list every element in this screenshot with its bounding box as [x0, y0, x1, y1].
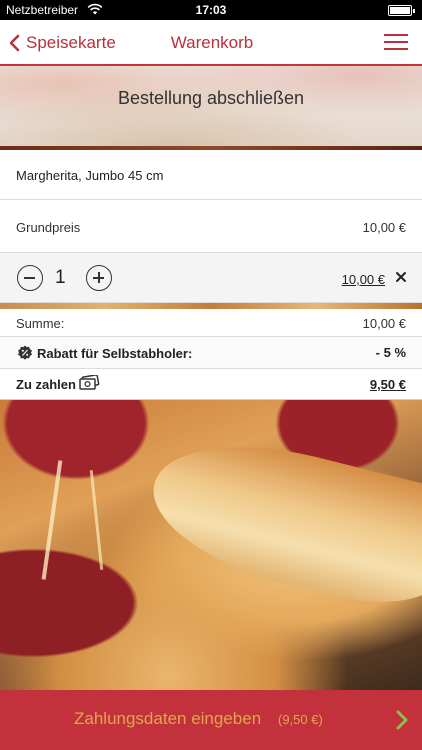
decrease-quantity-button[interactable]	[17, 265, 43, 291]
discount-label: Rabatt für Selbstabholer:	[37, 346, 193, 361]
remove-item-icon[interactable]	[394, 270, 408, 284]
page-title: Warenkorb	[170, 33, 254, 52]
hamburger-menu-icon[interactable]	[384, 34, 408, 52]
battery-icon	[388, 5, 415, 16]
amount-due-label: Zu zahlen	[16, 377, 76, 392]
amount-due-value: 9,50 €	[369, 377, 406, 392]
chevron-right-icon	[396, 710, 408, 730]
quantity-row: 1 10,00 €	[0, 253, 422, 303]
line-total[interactable]: 10,00 €	[342, 272, 385, 287]
base-price-value: 10,00 €	[362, 220, 406, 235]
sum-label: Summe:	[16, 316, 65, 331]
cart-item-row: Margherita, Jumbo 45 cm	[0, 150, 422, 200]
cta-label: Zahlungsdaten eingeben	[74, 709, 262, 728]
banner-title: Bestellung abschließen	[117, 88, 305, 108]
cart-item-name: Margherita, Jumbo 45 cm	[16, 168, 164, 183]
increase-quantity-button[interactable]	[86, 265, 112, 291]
discount-badge-icon	[18, 345, 32, 360]
pizza-photo	[0, 400, 422, 690]
enter-payment-details-button[interactable]: Zahlungsdaten eingeben (9,50 €)	[0, 690, 422, 750]
navigation-bar: Speisekarte Warenkorb	[0, 20, 422, 66]
cash-icon	[79, 375, 100, 390]
clock: 17:03	[195, 3, 227, 17]
back-button[interactable]: Speisekarte	[8, 30, 116, 56]
status-bar: Netzbetreiber 17:03	[0, 0, 422, 20]
chevron-left-icon	[9, 34, 20, 52]
base-price-row: Grundpreis 10,00 €	[0, 200, 422, 253]
sum-row: Summe: 10,00 €	[0, 309, 422, 337]
base-price-label: Grundpreis	[16, 220, 81, 235]
header-banner: Bestellung abschließen	[0, 66, 422, 150]
discount-value: - 5 %	[375, 345, 406, 360]
quantity-value: 1	[55, 267, 66, 288]
back-button-label: Speisekarte	[26, 33, 116, 52]
amount-due-row: Zu zahlen 9,50 €	[0, 369, 422, 400]
discount-row: Rabatt für Selbstabholer: - 5 %	[0, 337, 422, 369]
sum-value: 10,00 €	[362, 316, 406, 331]
cta-amount: (9,50 €)	[278, 712, 323, 727]
